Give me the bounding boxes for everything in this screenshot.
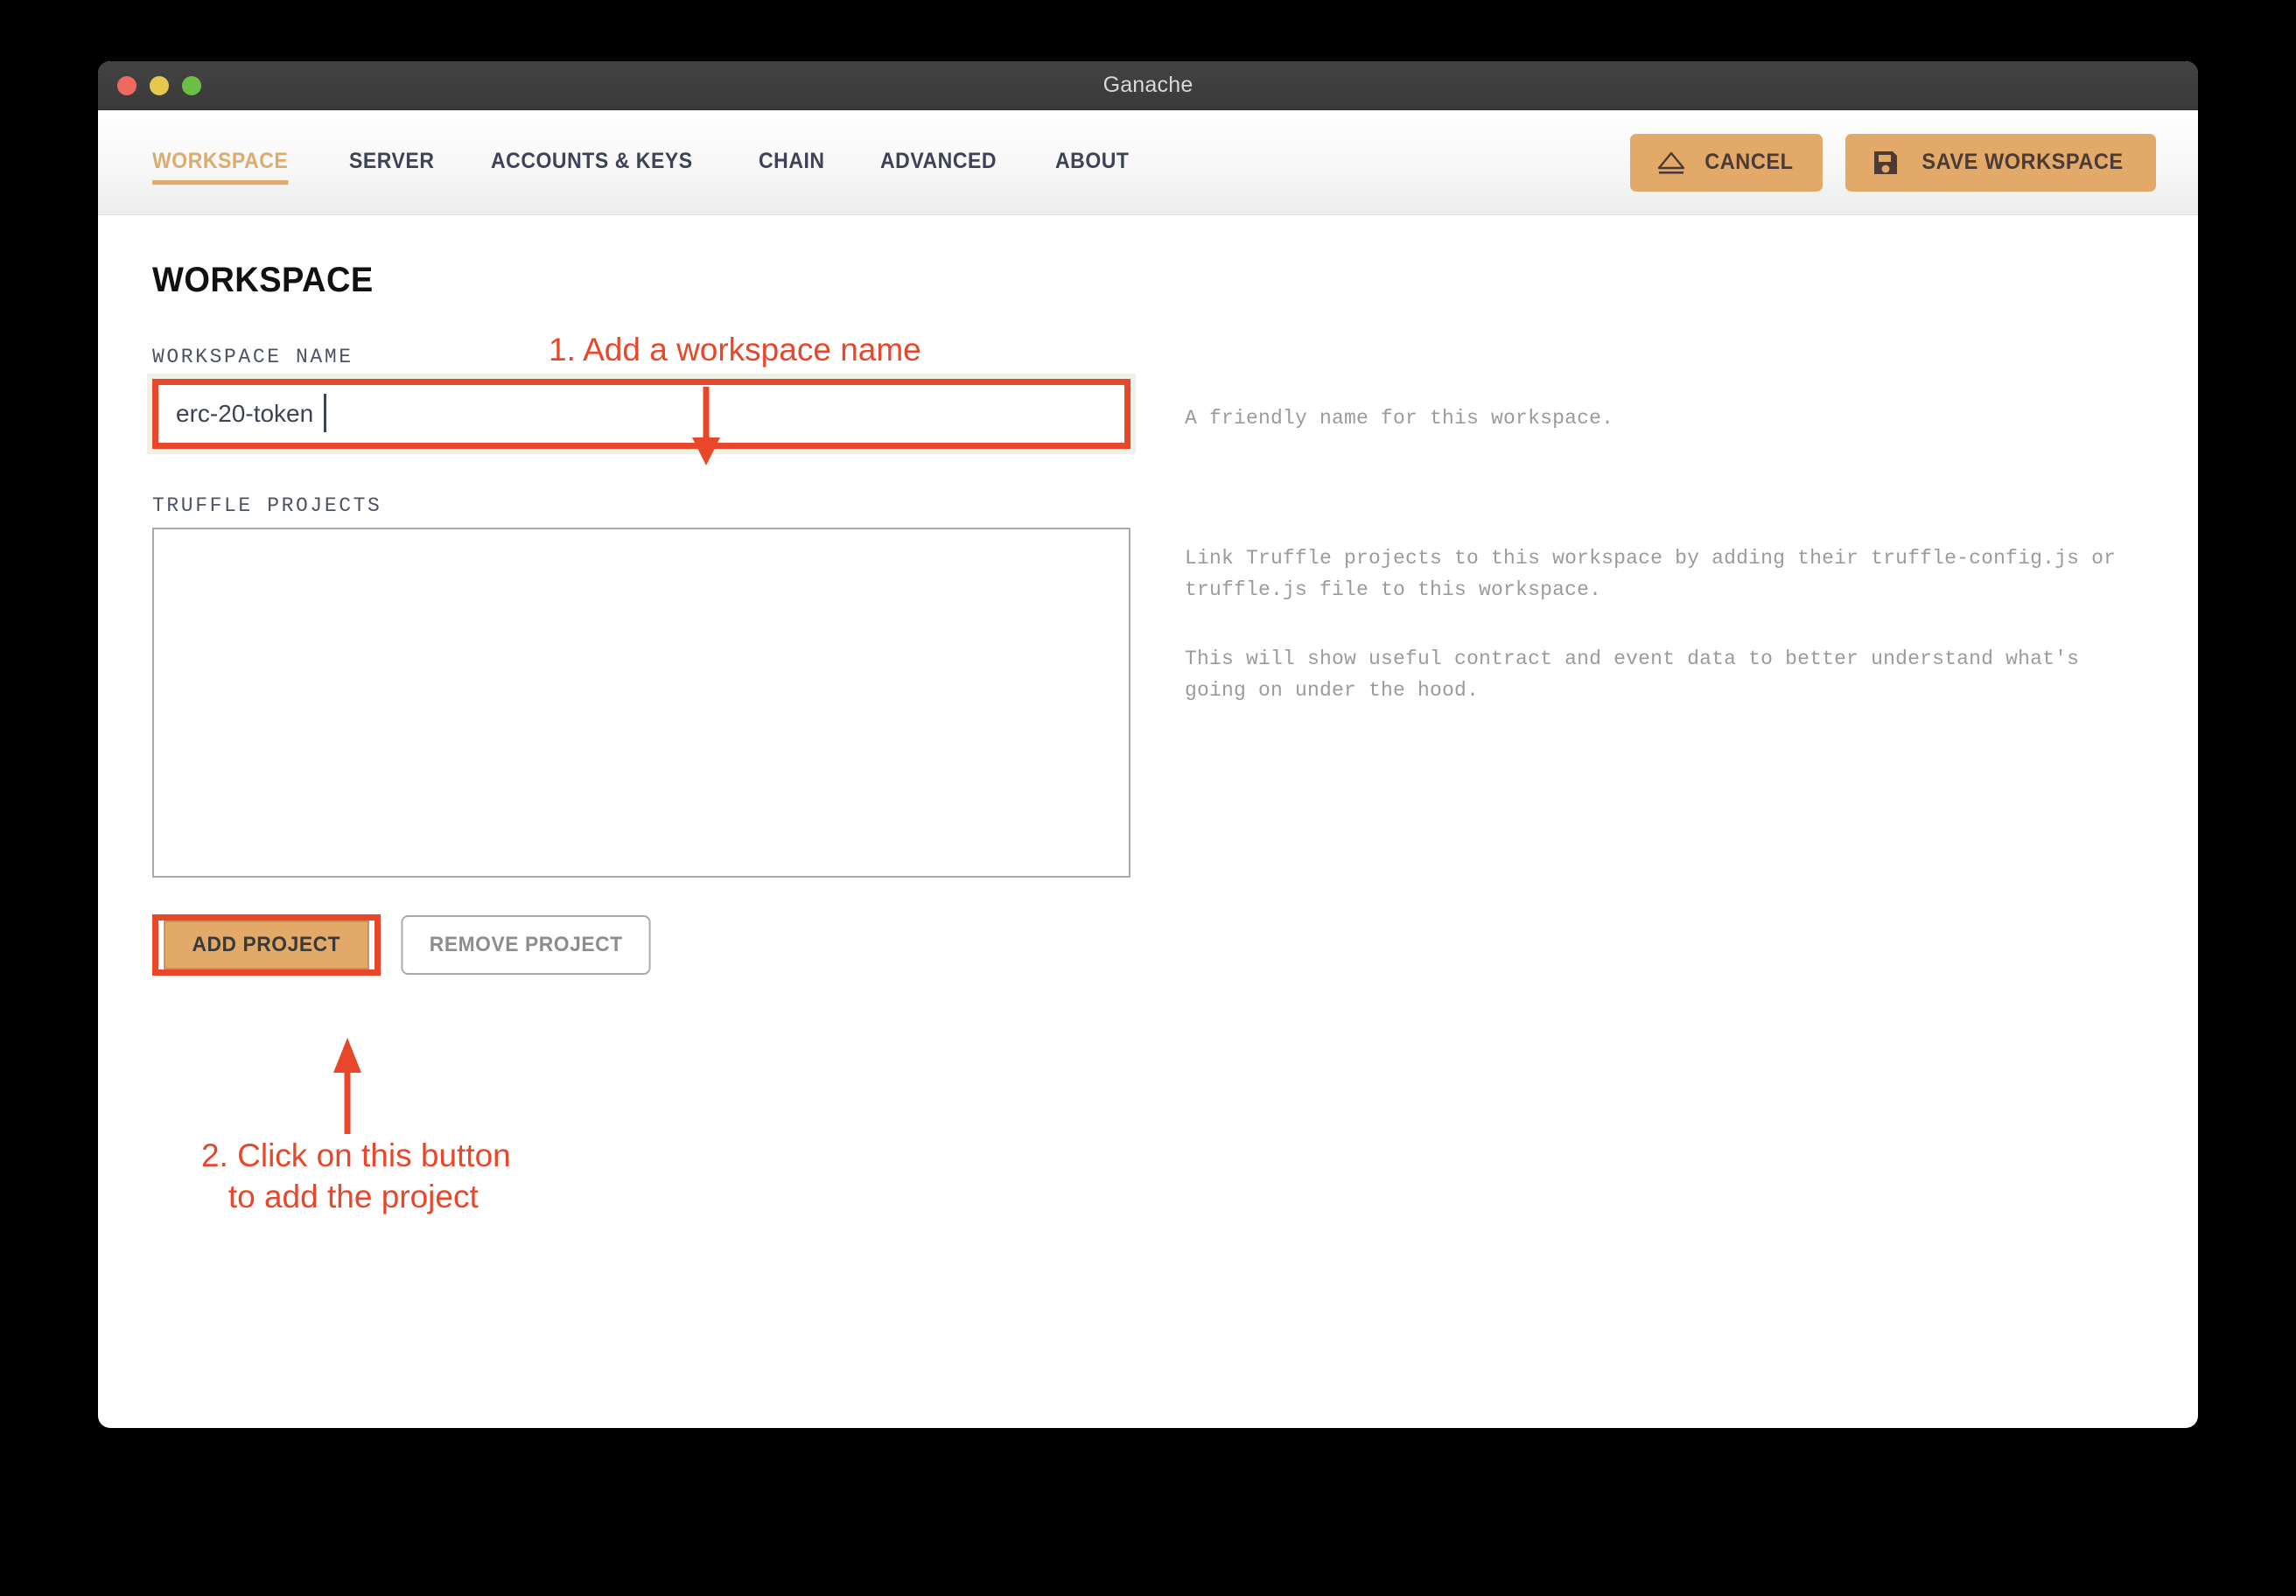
truffle-projects-list[interactable] <box>152 528 1130 878</box>
remove-project-button[interactable]: REMOVE PROJECT <box>401 915 651 975</box>
settings-tabs: WORKSPACE SERVER ACCOUNTS & KEYS CHAIN A… <box>152 140 1185 185</box>
workspace-settings-panel: WORKSPACE WORKSPACE NAME A friendly name… <box>98 215 2198 976</box>
screen: Ganache WORKSPACE SERVER ACCOUNTS & KEYS… <box>0 0 2296 1596</box>
truffle-projects-label: TRUFFLE PROJECTS <box>152 494 382 517</box>
add-project-button[interactable]: ADD PROJECT <box>164 920 369 970</box>
truffle-projects-row: TRUFFLE PROJECTS ADD PROJECT REMOVE PROJ… <box>152 449 2144 976</box>
tab-server[interactable]: SERVER <box>349 140 434 185</box>
tab-about[interactable]: ABOUT <box>1055 140 1130 185</box>
truffle-projects-field-group: TRUFFLE PROJECTS ADD PROJECT REMOVE PROJ… <box>152 449 1130 976</box>
workspace-name-row: WORKSPACE NAME A friendly name for this … <box>152 300 2144 449</box>
tab-chain[interactable]: CHAIN <box>759 140 825 185</box>
truffle-help-text-1: Link Truffle projects to this workspace … <box>1185 547 2117 601</box>
floppy-disk-icon <box>1872 149 1900 177</box>
annotation-step-2: 2. Click on this button to add the proje… <box>201 1138 511 1214</box>
page-title: WORKSPACE <box>152 261 374 299</box>
cancel-button-label: CANCEL <box>1704 150 1794 174</box>
text-cursor <box>324 394 326 432</box>
workspace-name-help-column: A friendly name for this workspace. <box>1185 300 2144 435</box>
save-workspace-button-label: SAVE WORKSPACE <box>1922 150 2124 174</box>
cancel-button[interactable]: CANCEL <box>1630 133 1823 192</box>
tab-advanced[interactable]: ADVANCED <box>880 140 997 185</box>
workspace-name-field-group: WORKSPACE NAME <box>152 300 1130 449</box>
workspace-name-help-text: A friendly name for this workspace. <box>1185 407 1614 430</box>
annotation-arrow-up-icon <box>330 1036 365 1138</box>
workspace-name-input[interactable] <box>158 385 1124 443</box>
eject-icon <box>1656 150 1686 176</box>
add-project-button-highlight: ADD PROJECT <box>152 914 381 976</box>
truffle-projects-help-column: Link Truffle projects to this workspace … <box>1185 449 2144 707</box>
header-actions: CANCEL SAVE WORKSPACE <box>1630 133 2156 192</box>
workspace-name-label: WORKSPACE NAME <box>152 346 354 368</box>
workspace-name-input-highlight <box>152 379 1130 449</box>
window-title: Ganache <box>1102 73 1194 97</box>
tab-workspace[interactable]: WORKSPACE <box>152 140 289 185</box>
truffle-help-text-2: This will show useful contract and event… <box>1185 648 2080 702</box>
ganache-window: Ganache WORKSPACE SERVER ACCOUNTS & KEYS… <box>98 61 2198 1428</box>
window-titlebar: Ganache <box>98 61 2198 110</box>
save-workspace-button[interactable]: SAVE WORKSPACE <box>1845 133 2156 192</box>
project-buttons-row: ADD PROJECT REMOVE PROJECT <box>152 914 1130 976</box>
app-header: WORKSPACE SERVER ACCOUNTS & KEYS CHAIN A… <box>98 110 2198 215</box>
tab-accounts-keys[interactable]: ACCOUNTS & KEYS <box>491 140 693 185</box>
